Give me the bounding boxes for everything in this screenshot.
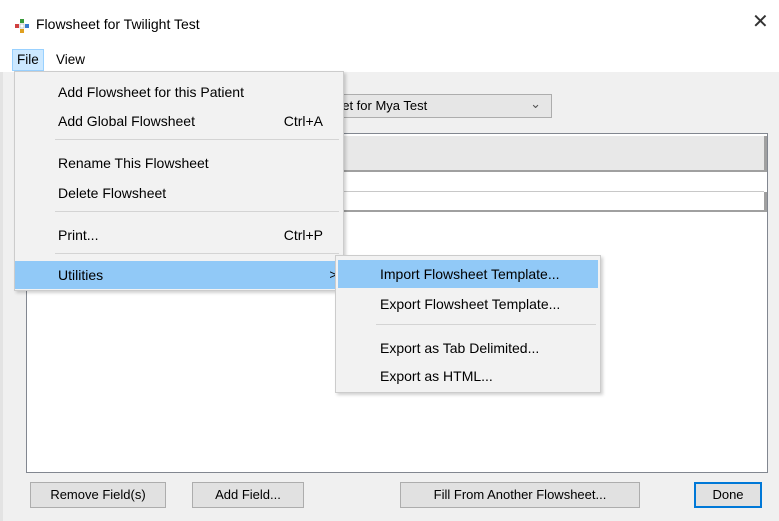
menu-item-add-global-flowsheet[interactable]: Add Global Flowsheet Ctrl+A bbox=[15, 107, 343, 135]
menu-separator bbox=[55, 211, 339, 212]
flowsheet-select-value: eet for Mya Test bbox=[335, 98, 428, 113]
file-menu-dropdown: Add Flowsheet for this Patient Add Globa… bbox=[14, 71, 344, 291]
menu-item-label: Add Flowsheet for this Patient bbox=[58, 84, 244, 100]
menu-item-shortcut: Ctrl+P bbox=[283, 227, 323, 243]
menu-item-label: Rename This Flowsheet bbox=[58, 155, 209, 171]
menu-separator bbox=[376, 324, 596, 325]
menu-item-rename-flowsheet[interactable]: Rename This Flowsheet bbox=[15, 149, 343, 177]
fill-from-another-flowsheet-button[interactable]: Fill From Another Flowsheet... bbox=[400, 482, 640, 508]
menu-item-label: Export as HTML... bbox=[380, 368, 493, 384]
menu-file[interactable]: File bbox=[12, 49, 44, 71]
menu-separator bbox=[55, 139, 339, 140]
menu-item-label: Print... bbox=[58, 227, 99, 243]
menu-item-label: Add Global Flowsheet bbox=[58, 113, 195, 129]
remove-fields-button[interactable]: Remove Field(s) bbox=[30, 482, 166, 508]
menu-view[interactable]: View bbox=[52, 49, 89, 71]
menu-item-print[interactable]: Print... Ctrl+P bbox=[15, 221, 343, 249]
menu-item-label: Delete Flowsheet bbox=[58, 185, 167, 201]
menu-item-utilities[interactable]: Utilities > bbox=[15, 261, 343, 289]
menu-item-label: Export as Tab Delimited... bbox=[380, 340, 540, 356]
window-edge bbox=[0, 72, 3, 521]
menu-item-export-flowsheet-template[interactable]: Export Flowsheet Template... bbox=[338, 290, 598, 318]
menu-item-label: Export Flowsheet Template... bbox=[380, 296, 561, 312]
close-icon[interactable]: ✕ bbox=[752, 12, 769, 32]
menu-item-delete-flowsheet[interactable]: Delete Flowsheet bbox=[15, 179, 343, 207]
menu-bar: File View bbox=[0, 49, 779, 71]
menu-item-label: Utilities bbox=[58, 267, 104, 283]
add-field-button[interactable]: Add Field... bbox=[192, 482, 304, 508]
chevron-down-icon: ⌄ bbox=[530, 96, 541, 111]
flowsheet-app-icon bbox=[15, 19, 29, 33]
flowsheet-select[interactable]: eet for Mya Test ⌄ bbox=[326, 94, 552, 118]
window-title: Flowsheet for Twilight Test bbox=[36, 16, 200, 32]
menu-separator bbox=[55, 253, 339, 254]
menu-item-add-patient-flowsheet[interactable]: Add Flowsheet for this Patient bbox=[15, 78, 343, 106]
utilities-submenu: Import Flowsheet Template... Export Flow… bbox=[335, 255, 601, 393]
menu-item-export-tab-delimited[interactable]: Export as Tab Delimited... bbox=[338, 334, 598, 362]
menu-item-export-html[interactable]: Export as HTML... bbox=[338, 362, 598, 390]
title-bar: Flowsheet for Twilight Test ✕ bbox=[0, 0, 779, 48]
menu-item-label: Import Flowsheet Template... bbox=[380, 266, 560, 282]
menu-item-shortcut: Ctrl+A bbox=[283, 113, 323, 129]
menu-item-import-flowsheet-template[interactable]: Import Flowsheet Template... bbox=[338, 260, 598, 288]
done-button[interactable]: Done bbox=[694, 482, 762, 508]
